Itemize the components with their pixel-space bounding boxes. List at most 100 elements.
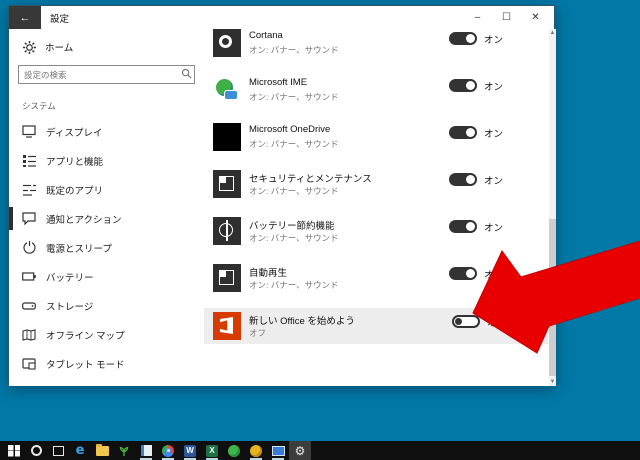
sidebar-item-apps-features[interactable]: アプリと機能: [9, 146, 201, 175]
sidebar-item-tablet-mode[interactable]: タブレット モード: [9, 349, 201, 378]
toggle-state-label: オン: [484, 129, 504, 140]
app-name: Microsoft OneDrive: [249, 124, 331, 135]
onedrive-toggle[interactable]: [449, 126, 477, 139]
folder-icon: [95, 443, 109, 456]
maximize-button[interactable]: ☐: [492, 6, 521, 29]
settings-window: ← 設定 – ☐ ✕ ホーム システム: [8, 5, 556, 386]
sidebar-item-label: オフライン マップ: [46, 330, 125, 342]
toggle-state-label: オン: [484, 270, 504, 281]
power-sleep-icon: [22, 241, 36, 255]
word-taskbar-button[interactable]: W: [179, 441, 201, 460]
settings-gear-icon: ⚙: [294, 443, 306, 458]
window-title: 設定: [50, 14, 70, 25]
sidebar-item-notifications-actions[interactable]: 通知とアクション: [9, 204, 201, 233]
search-input[interactable]: [19, 69, 178, 80]
task-view-button[interactable]: [47, 441, 69, 460]
cortana-toggle[interactable]: [449, 32, 477, 45]
scroll-down-icon[interactable]: ▼: [549, 378, 556, 386]
toggle-state-label: オン: [484, 176, 504, 187]
app-status: オン: バナー、サウンド: [249, 45, 339, 55]
sidebar-item-battery[interactable]: バッテリー: [9, 262, 201, 291]
toggle-state-label: オン: [484, 223, 504, 234]
file-explorer-taskbar-button[interactable]: [91, 441, 113, 460]
battery-icon: [22, 270, 36, 284]
security-maintenance-icon: [213, 170, 241, 198]
sidebar-item-offline-maps[interactable]: オフライン マップ: [9, 320, 201, 349]
gear-icon: [22, 40, 36, 54]
back-arrow-icon: ←: [19, 11, 31, 24]
selection-bar: [9, 352, 13, 375]
app-row-microsoft-ime[interactable]: Microsoft IME オン: バナー、サウンド オン: [201, 76, 549, 119]
office-icon: [213, 312, 241, 340]
section-label-system: システム: [22, 101, 56, 111]
app-row-get-office[interactable]: 新しい Office を始めよう オフ オフ: [204, 308, 548, 344]
close-button[interactable]: ✕: [521, 6, 550, 29]
sidebar-item-label: ディスプレイ: [46, 127, 103, 139]
green-ball-app-taskbar-button[interactable]: [223, 441, 245, 460]
app-row-security-maintenance[interactable]: セキュリティとメンテナンス オン: バナー、サウンド オン: [201, 170, 549, 213]
taskbar: e W X ⚙: [0, 441, 640, 460]
task-view-icon: [52, 445, 64, 456]
sidebar-item-label: 既定のアプリ: [46, 185, 104, 197]
app-row-cortana[interactable]: Cortana オン: バナー、サウンド オン: [201, 29, 549, 72]
sidebar-item-storage[interactable]: ストレージ: [9, 291, 201, 320]
sidebar-item-default-apps[interactable]: 既定のアプリ: [9, 175, 201, 204]
window-controls: – ☐ ✕: [463, 6, 550, 29]
toggle-state-label: オフ: [487, 318, 507, 329]
app-name: バッテリー節約機能: [249, 221, 335, 232]
app-name: Cortana: [249, 30, 283, 41]
ime-icon: [213, 76, 241, 104]
excel-taskbar-button[interactable]: X: [201, 441, 223, 460]
app-status: オフ: [249, 328, 267, 338]
selection-bar: [9, 178, 13, 201]
cortana-search-button[interactable]: [25, 441, 47, 460]
battery-saver-icon: [213, 217, 241, 245]
storage-icon: [22, 299, 36, 313]
chrome-taskbar-button[interactable]: [157, 441, 179, 460]
app-row-onedrive[interactable]: Microsoft OneDrive オン: バナー、サウンド オン: [201, 123, 549, 166]
edge-taskbar-button[interactable]: e: [69, 441, 91, 460]
security-toggle[interactable]: [449, 173, 477, 186]
battery-saver-toggle[interactable]: [449, 220, 477, 233]
sidebar-item-label: 電源とスリープ: [46, 243, 112, 255]
sidebar-item-home[interactable]: ホーム: [22, 40, 73, 54]
scrollbar-thumb[interactable]: [549, 219, 556, 376]
sidebar-item-label: タブレット モード: [46, 359, 125, 371]
app-status: オン: バナー、サウンド: [249, 92, 339, 102]
sidebar-item-display[interactable]: ディスプレイ: [9, 117, 201, 146]
sidebar-item-label: アプリと機能: [46, 156, 104, 168]
app-name: セキュリティとメンテナンス: [249, 174, 372, 185]
toggle-state-label: オン: [484, 35, 504, 46]
minimize-button[interactable]: –: [463, 6, 492, 29]
app-row-autoplay[interactable]: 自動再生 オン: バナー、サウンド オン: [201, 264, 549, 307]
settings-search-box[interactable]: [18, 65, 195, 84]
scroll-up-icon[interactable]: ▲: [549, 29, 556, 37]
settings-taskbar-button[interactable]: ⚙: [289, 441, 311, 460]
gold-ball-app-icon: [250, 444, 262, 457]
book-app-icon: [140, 445, 152, 456]
office-toggle-off[interactable]: [452, 315, 480, 328]
selection-bar: [9, 149, 13, 172]
onedrive-icon: [213, 123, 241, 151]
toggle-state-label: オン: [484, 82, 504, 93]
home-label: ホーム: [45, 43, 74, 54]
selection-bar: [9, 265, 13, 288]
content-scrollbar[interactable]: ▲ ▼: [549, 29, 556, 386]
sidebar-item-label: バッテリー: [46, 272, 94, 284]
plant-app-taskbar-button[interactable]: [113, 441, 135, 460]
blue-window-app-taskbar-button[interactable]: [267, 441, 289, 460]
offline-maps-icon: [22, 328, 36, 342]
autoplay-toggle[interactable]: [449, 267, 477, 280]
windows-logo-icon: [8, 444, 20, 457]
gold-ball-app-taskbar-button[interactable]: [245, 441, 267, 460]
cortana-icon: [213, 29, 241, 57]
book-app-taskbar-button[interactable]: [135, 441, 157, 460]
ime-toggle[interactable]: [449, 79, 477, 92]
back-button[interactable]: ←: [9, 6, 41, 29]
notifications-actions-icon: [22, 212, 36, 226]
app-row-battery-saver[interactable]: バッテリー節約機能 オン: バナー、サウンド オン: [201, 217, 549, 260]
sidebar-item-power-sleep[interactable]: 電源とスリープ: [9, 233, 201, 262]
start-button[interactable]: [3, 441, 25, 460]
sidebar-item-label: 通知とアクション: [46, 214, 122, 226]
default-apps-icon: [22, 183, 36, 197]
